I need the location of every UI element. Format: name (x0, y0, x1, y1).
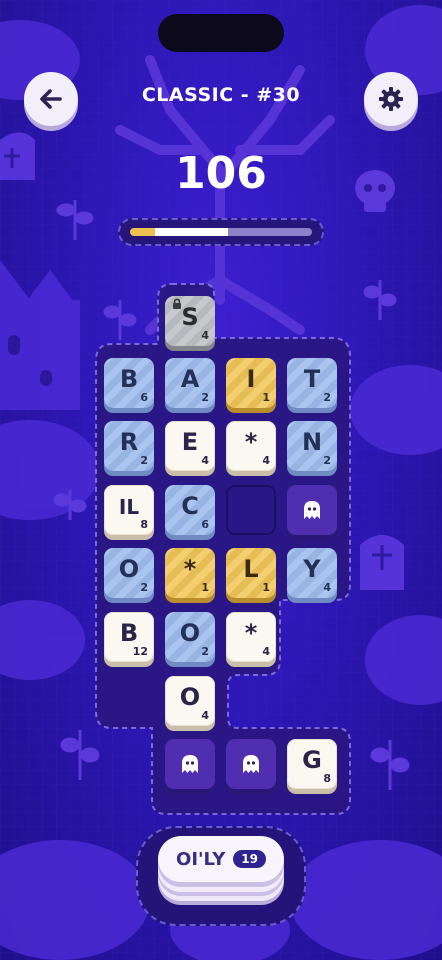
tile-letter: * (183, 555, 197, 583)
letter-tile[interactable]: B6 (104, 358, 154, 408)
tile-points: 1 (262, 391, 270, 404)
letter-tile[interactable]: T2 (287, 358, 337, 408)
ghost-tile[interactable] (287, 485, 337, 535)
tile-points: 4 (201, 329, 209, 342)
letter-tile[interactable]: A2 (165, 358, 215, 408)
ghost-icon (243, 755, 259, 773)
tile-points: 6 (201, 518, 209, 531)
tile-points: 4 (323, 581, 331, 594)
lock-icon (171, 295, 183, 314)
ghost-icon (304, 501, 320, 519)
tile-points: 2 (201, 645, 209, 658)
tile-letter: A (180, 365, 200, 393)
tile-points: 2 (201, 391, 209, 404)
letter-tile[interactable]: R2 (104, 421, 154, 471)
tile-points: 6 (140, 391, 148, 404)
tile-points: 2 (140, 454, 148, 467)
tile-points: 12 (132, 645, 148, 658)
letter-tile[interactable]: C6 (165, 485, 215, 535)
tile-letter: T (303, 365, 321, 393)
letter-tile[interactable]: * 4 (226, 612, 276, 662)
tile-letter: L (243, 555, 259, 583)
letter-tile[interactable]: Y4 (287, 548, 337, 598)
tile-letter: B (119, 365, 139, 393)
tile-letter: * (244, 428, 258, 456)
tile-letter: O (179, 683, 201, 711)
tile-points: 2 (323, 454, 331, 467)
letter-tile[interactable]: O4 (165, 676, 215, 726)
letter-tile[interactable]: N2 (287, 421, 337, 471)
tile-points: 8 (323, 772, 331, 785)
word-score-badge: 19 (233, 850, 266, 868)
ghost-icon (182, 755, 198, 773)
letter-tile[interactable]: I1 (226, 358, 276, 408)
letter-tile[interactable]: * 1 (165, 548, 215, 598)
tile-letter: I (246, 365, 256, 393)
letter-tile[interactable]: G8 (287, 739, 337, 789)
tile-points: 1 (262, 581, 270, 594)
tile-letter: Y (303, 555, 321, 583)
letter-tile[interactable]: L1 (226, 548, 276, 598)
tile-letter: N (301, 428, 323, 456)
current-word: OI'LY (176, 848, 226, 870)
letter-tile[interactable]: E4 (165, 421, 215, 471)
letter-tile[interactable]: B 12 (104, 612, 154, 662)
game-screen: CLASSIC - #30 106 S4B6A2I1T2R 2 E 4 * 4 … (0, 0, 442, 960)
submit-word-button[interactable]: OI'LY 19 (158, 836, 284, 882)
tile-points: 8 (140, 518, 148, 531)
tile-letter: O (179, 619, 201, 647)
tile-letter: R (119, 428, 139, 456)
letter-tile[interactable]: * 4 (226, 421, 276, 471)
tile-points: 2 (140, 581, 148, 594)
tile-points: 2 (323, 391, 331, 404)
tile-points: 4 (262, 645, 270, 658)
tile-points: 4 (201, 709, 209, 722)
tile-letter: E (181, 428, 199, 456)
letter-tile[interactable]: IL 8 (104, 485, 154, 535)
tile-letter: B (119, 619, 139, 647)
tile-letter: G (302, 746, 322, 774)
tile-points: 4 (262, 454, 270, 467)
tile-letter: O (118, 555, 140, 583)
ghost-tile[interactable] (226, 739, 276, 789)
tile-points: 4 (201, 454, 209, 467)
empty-tile-slot (226, 485, 276, 535)
tile-letter: C (181, 492, 199, 520)
letter-tile[interactable]: O2 (165, 612, 215, 662)
board-outline (95, 283, 351, 815)
letter-tile[interactable]: S4 (165, 296, 215, 346)
tile-letter: * (244, 619, 258, 647)
tile-letter: IL (118, 495, 140, 519)
tile-points: 1 (201, 581, 209, 594)
letter-tile[interactable]: O2 (104, 548, 154, 598)
ghost-tile[interactable] (165, 739, 215, 789)
